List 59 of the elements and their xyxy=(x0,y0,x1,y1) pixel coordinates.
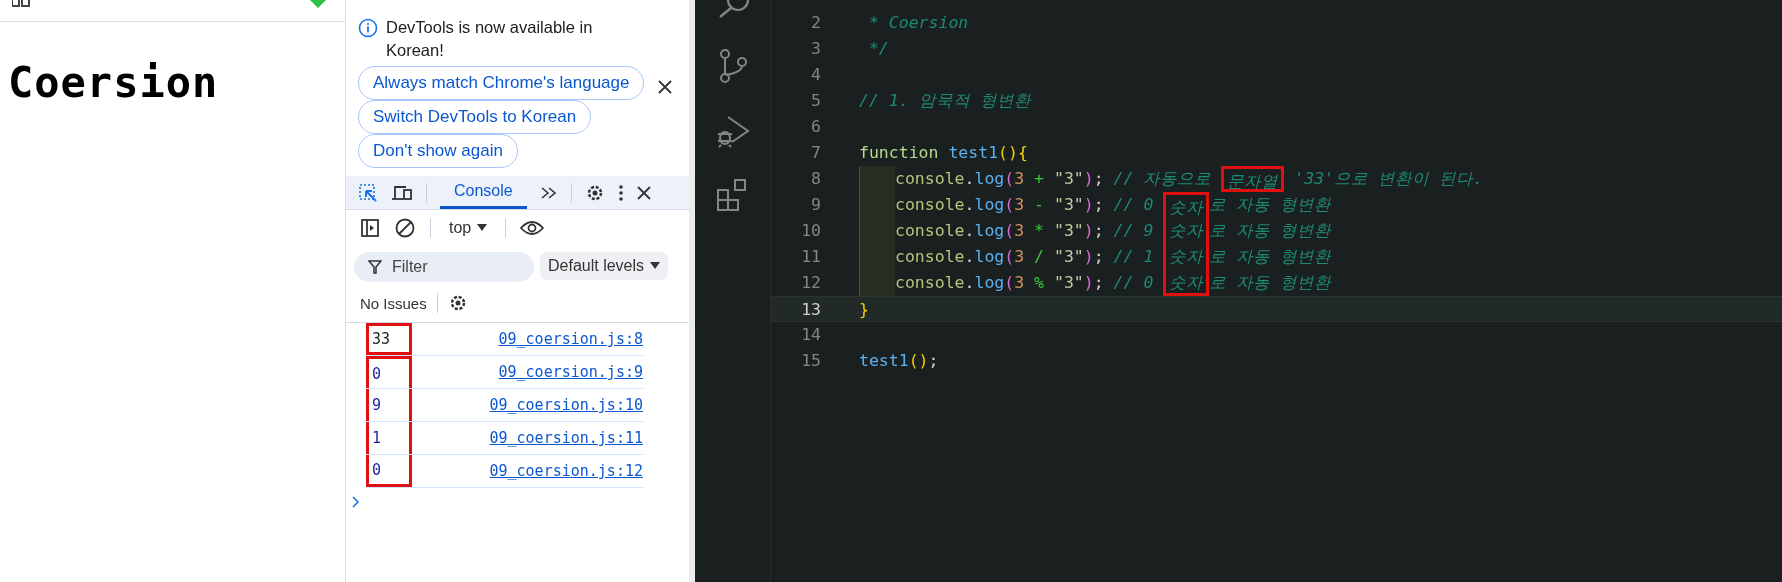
close-icon[interactable] xyxy=(636,185,651,200)
source-link[interactable]: 09_coersion.js:11 xyxy=(489,429,643,447)
log-value: 9 xyxy=(366,389,412,421)
line-number: 13 xyxy=(800,299,821,321)
log-value: 33 xyxy=(366,323,412,355)
code-line: test1(); xyxy=(859,350,939,372)
code-line: */ xyxy=(867,38,889,60)
log-value: 0 xyxy=(366,356,412,388)
source-link[interactable]: 09_coersion.js:10 xyxy=(489,396,643,414)
line-number: 12 xyxy=(800,272,821,294)
info-icon xyxy=(358,18,378,38)
sidebar-icon[interactable] xyxy=(360,218,380,238)
code-line: } xyxy=(859,299,869,321)
line-number: 9 xyxy=(810,194,821,216)
banner-button[interactable]: Don't show again xyxy=(358,134,518,168)
kebab-menu-icon[interactable] xyxy=(617,183,624,202)
caret-icon xyxy=(477,224,488,232)
line-number: 6 xyxy=(810,116,821,138)
banner-button[interactable]: Switch DevTools to Korean xyxy=(358,100,592,134)
eye-icon[interactable] xyxy=(520,220,545,236)
log-value: 0 xyxy=(366,455,412,487)
banner-button[interactable]: Always match Chrome's language xyxy=(358,66,645,100)
issues-status: No Issues xyxy=(360,294,427,312)
line-number: 10 xyxy=(800,220,821,242)
page-heading: Coersion xyxy=(8,58,220,107)
run-debug-icon[interactable] xyxy=(715,114,750,148)
prompt-chevron-icon xyxy=(352,496,360,508)
code-line: // 1. 암묵적 형변환 xyxy=(859,90,1031,112)
line-number: 8 xyxy=(810,168,821,190)
line-number: 4 xyxy=(810,64,821,86)
source-control-icon[interactable] xyxy=(717,48,748,84)
source-link[interactable]: 09_coersion.js:12 xyxy=(489,462,643,480)
close-icon[interactable] xyxy=(658,80,673,94)
caret-icon xyxy=(650,262,661,270)
filter-field[interactable]: Filter xyxy=(354,252,534,282)
line-number: 7 xyxy=(810,142,821,164)
banner-message: DevTools is now available in Korean! xyxy=(386,17,594,61)
line-number: 14 xyxy=(800,324,821,346)
line-number: 15 xyxy=(800,350,821,372)
line-number: 11 xyxy=(800,246,821,268)
source-link[interactable]: 09_coersion.js:9 xyxy=(498,363,643,381)
filter-icon xyxy=(368,260,382,274)
code-line: console.log(3 - "3"); // 0 숫자 로 자동 형변환 xyxy=(895,192,1332,218)
apps-icon[interactable] xyxy=(12,0,30,8)
line-number: 3 xyxy=(810,38,821,60)
more-tabs-icon[interactable] xyxy=(539,185,558,200)
clear-console-icon[interactable] xyxy=(394,217,416,239)
line-number: 5 xyxy=(810,90,821,112)
source-link[interactable]: 09_coersion.js:8 xyxy=(498,330,643,348)
inspect-icon[interactable] xyxy=(358,182,378,203)
code-line: * Coersion xyxy=(867,12,969,34)
code-line: console.log(3 / "3"); // 1 숫자 로 자동 형변환 xyxy=(895,244,1332,270)
levels-dropdown[interactable]: Default levels xyxy=(540,252,669,280)
line-number: 2 xyxy=(810,12,821,34)
code-line: console.log(3 * "3"); // 9 숫자 로 자동 형변환 xyxy=(895,218,1332,244)
log-value: 1 xyxy=(366,422,412,454)
context-dropdown[interactable]: top xyxy=(445,219,492,237)
code-line: function test1(){ xyxy=(859,142,1028,164)
code-line: console.log(3 + "3"); // 자동으로 문자열 '33'으로 변환이 된다. xyxy=(895,166,1483,192)
